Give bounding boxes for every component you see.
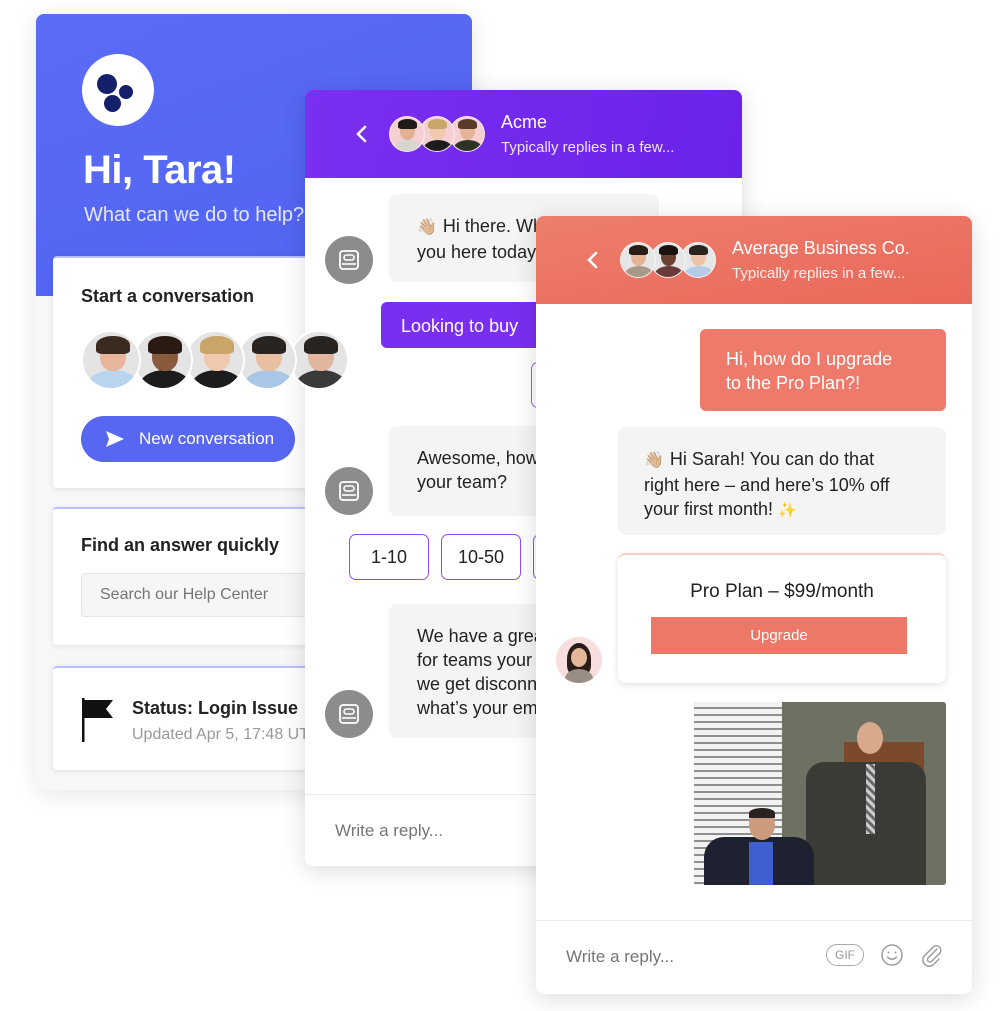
send-icon	[106, 431, 124, 447]
greeting-subtitle: What can we do to help?	[84, 204, 305, 226]
bot-avatar	[325, 690, 373, 738]
status-title: Status: Login Issue	[132, 698, 299, 718]
wave-emoji: 👋🏼	[644, 452, 664, 469]
avatar-team-member-5	[289, 330, 349, 390]
avatar-team-member-2	[133, 330, 193, 390]
paperclip-icon	[922, 945, 942, 967]
plan-title: Pro Plan – $99/month	[690, 581, 874, 602]
status-updated: Updated Apr 5, 17:48 UTC	[132, 726, 321, 743]
bot-icon	[339, 704, 359, 724]
back-button[interactable]	[349, 120, 373, 148]
agent-message: 👋🏼 Hi Sarah! You can do that right here –…	[618, 427, 946, 535]
acme-reply-time: Typically replies in a few...	[501, 139, 675, 156]
new-conversation-button[interactable]: New conversation	[81, 416, 295, 462]
bot-avatar	[325, 467, 373, 515]
reply-tools: GIF	[826, 943, 942, 967]
header-avatar	[620, 242, 656, 278]
chip-10-50[interactable]: 10-50	[441, 534, 521, 580]
abiz-reply-bar: GIF	[536, 920, 972, 992]
abiz-chat-header: Average Business Co. Typically replies i…	[536, 216, 972, 304]
abiz-company-name: Average Business Co.	[732, 238, 910, 258]
gif-button[interactable]: GIF	[826, 944, 864, 966]
flag-icon	[82, 698, 113, 742]
find-answer-title: Find an answer quickly	[81, 535, 280, 555]
user-message: Hi, how do I upgrade to the Pro Plan?!	[700, 329, 946, 411]
start-conversation-title: Start a conversation	[81, 286, 255, 306]
abiz-reply-input[interactable]	[566, 943, 806, 971]
acme-team-avatars	[389, 116, 489, 152]
header-avatar	[389, 116, 425, 152]
smiley-icon	[881, 944, 903, 966]
avatar-team-member-3	[185, 330, 245, 390]
upgrade-button[interactable]: Upgrade	[651, 617, 907, 654]
agent-avatar	[556, 637, 602, 683]
greeting-title: Hi, Tara!	[83, 148, 236, 192]
wave-emoji: 👋🏼	[417, 219, 437, 236]
new-conversation-label: New conversation	[139, 429, 275, 448]
pro-plan-card: Pro Plan – $99/month Upgrade	[618, 553, 946, 683]
chevron-left-icon	[587, 251, 598, 269]
chip-1-10[interactable]: 1-10	[349, 534, 429, 580]
company-logo	[82, 54, 154, 126]
abiz-reply-time: Typically replies in a few...	[732, 265, 906, 282]
attach-button[interactable]	[920, 943, 942, 967]
back-button[interactable]	[580, 246, 604, 274]
bot-icon	[339, 481, 359, 501]
emoji-button[interactable]	[880, 943, 904, 967]
sparkles-emoji: ✨	[778, 502, 797, 519]
bot-icon	[339, 250, 359, 270]
abiz-team-avatars	[620, 242, 720, 278]
acme-chat-header: Acme Typically replies in a few...	[305, 90, 742, 178]
chevron-left-icon	[356, 125, 367, 143]
bot-avatar	[325, 236, 373, 284]
acme-company-name: Acme	[501, 112, 548, 132]
avatar-team-member-1	[81, 330, 141, 390]
celebration-gif[interactable]	[694, 702, 946, 885]
avatar-team-member-4	[237, 330, 297, 390]
abiz-chat-panel: Average Business Co. Typically replies i…	[536, 216, 972, 994]
